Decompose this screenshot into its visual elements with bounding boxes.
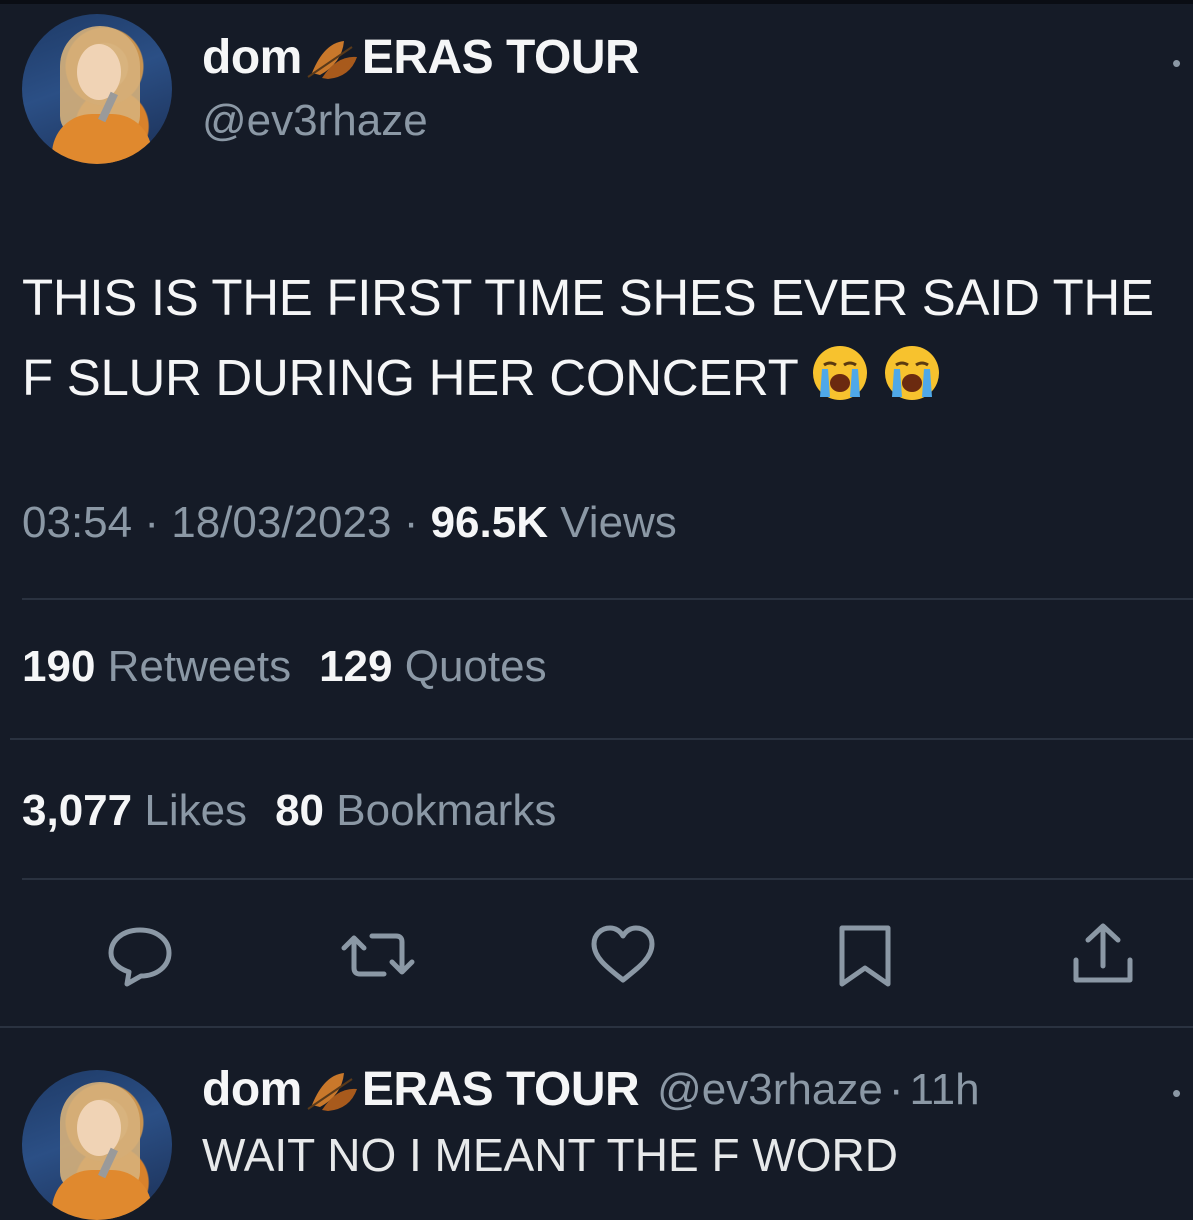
tweet-text: THIS IS THE FIRST TIME SHES EVER SAID TH… [22, 258, 1172, 418]
reply-more-options-icon[interactable]: • [1172, 1078, 1183, 1109]
quotes-stat[interactable]: 129 Quotes [319, 642, 547, 691]
share-icon[interactable] [1068, 920, 1138, 990]
views-count: 96.5K [430, 498, 548, 547]
reply-display-name: dom [202, 1063, 302, 1116]
likes-bookmarks-stats: 3,077 Likes 80 Bookmarks [22, 786, 556, 836]
divider [22, 598, 1193, 600]
retweet-quote-stats: 190 Retweets 129 Quotes [22, 642, 547, 692]
retweets-label: Retweets [107, 642, 292, 691]
tweet-meta: 03:54 · 18/03/2023 · 96.5K Views [22, 498, 677, 547]
reply-handle: @ev3rhaze [657, 1064, 883, 1114]
author-handle[interactable]: @ev3rhaze [202, 96, 428, 146]
likes-stat[interactable]: 3,077 Likes [22, 786, 247, 835]
more-options-icon[interactable]: • [1172, 48, 1183, 79]
likes-label: Likes [144, 786, 248, 835]
display-name: dom [202, 31, 302, 84]
bookmarks-stat[interactable]: 80 Bookmarks [275, 786, 556, 835]
reply-display-name-suffix: ERAS TOUR [361, 1063, 640, 1116]
reply-text: WAIT NO I MEANT THE F WORD [202, 1129, 898, 1181]
divider [0, 1026, 1193, 1028]
like-icon[interactable] [588, 920, 658, 990]
top-edge [0, 0, 1193, 4]
leaf-icon [302, 1065, 362, 1115]
reply-avatar[interactable] [22, 1070, 172, 1220]
avatar[interactable] [22, 14, 172, 164]
tweet-date[interactable]: 18/03/2023 [171, 498, 391, 547]
action-bar [0, 920, 1193, 1000]
reply-separator: · [888, 1064, 904, 1114]
retweet-icon[interactable] [340, 920, 415, 990]
views-label: Views [560, 498, 677, 547]
retweets-count: 190 [22, 642, 96, 691]
divider [10, 738, 1193, 740]
divider [22, 878, 1193, 880]
tweet-body: THIS IS THE FIRST TIME SHES EVER SAID TH… [22, 269, 1154, 406]
quotes-count: 129 [319, 642, 393, 691]
reply-age: 11h [909, 1064, 980, 1114]
reply-author-row[interactable]: dom ERAS TOUR @ev3rhaze · 11h [202, 1062, 980, 1117]
display-name-suffix: ERAS TOUR [361, 31, 640, 84]
tweet-time[interactable]: 03:54 [22, 498, 132, 547]
loudly-crying-face-icon [810, 343, 870, 403]
quotes-label: Quotes [404, 642, 547, 691]
bookmarks-label: Bookmarks [336, 786, 557, 835]
retweets-stat[interactable]: 190 Retweets [22, 642, 291, 691]
leaf-icon [302, 33, 362, 83]
bookmark-icon[interactable] [830, 920, 900, 990]
likes-count: 3,077 [22, 786, 133, 835]
bookmarks-count: 80 [275, 786, 325, 835]
author-name-row[interactable]: dom ERAS TOUR [202, 30, 640, 85]
reply-icon[interactable] [105, 920, 175, 990]
loudly-crying-face-icon [882, 343, 942, 403]
